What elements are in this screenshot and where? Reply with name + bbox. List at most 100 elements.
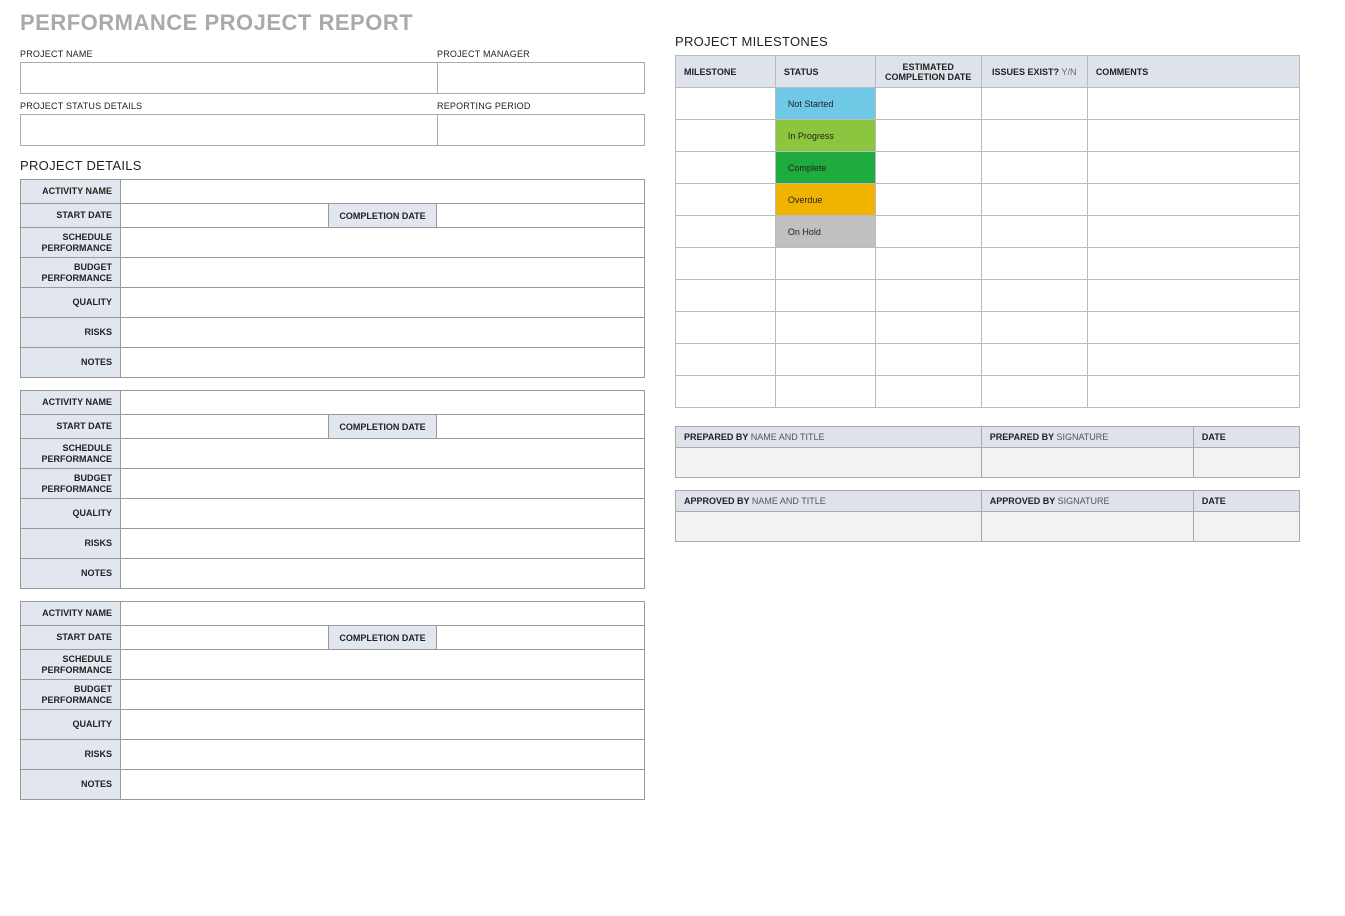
budget-performance-label: BUDGET PERFORMANCE <box>21 469 121 499</box>
issues-header: ISSUES EXIST? Y/N <box>981 56 1087 88</box>
quality-input[interactable] <box>121 288 645 318</box>
status-cell[interactable]: Overdue <box>775 184 875 216</box>
start-date-input[interactable] <box>121 204 329 228</box>
completion-date-input[interactable] <box>437 415 645 439</box>
status-cell[interactable] <box>775 312 875 344</box>
activity-name-input[interactable] <box>121 391 645 415</box>
quality-input[interactable] <box>121 499 645 529</box>
notes-input[interactable] <box>121 770 645 800</box>
milestone-cell[interactable] <box>676 152 776 184</box>
comments-cell[interactable] <box>1087 344 1299 376</box>
issues-cell[interactable] <box>981 120 1087 152</box>
milestone-cell[interactable] <box>676 376 776 408</box>
milestone-row <box>676 248 1300 280</box>
est-completion-cell[interactable] <box>875 88 981 120</box>
est-completion-cell[interactable] <box>875 120 981 152</box>
quality-label: QUALITY <box>21 499 121 529</box>
comments-cell[interactable] <box>1087 280 1299 312</box>
comments-cell[interactable] <box>1087 184 1299 216</box>
comments-cell[interactable] <box>1087 376 1299 408</box>
milestone-cell[interactable] <box>676 120 776 152</box>
completion-date-input[interactable] <box>437 204 645 228</box>
schedule-performance-label: SCHEDULE PERFORMANCE <box>21 650 121 680</box>
project-status-label: PROJECT STATUS DETAILS <box>20 98 437 114</box>
comments-cell[interactable] <box>1087 88 1299 120</box>
status-cell[interactable] <box>775 344 875 376</box>
approved-date-input[interactable] <box>1193 512 1299 542</box>
milestone-row <box>676 376 1300 408</box>
est-completion-cell[interactable] <box>875 152 981 184</box>
milestone-row <box>676 312 1300 344</box>
status-cell[interactable]: Not Started <box>775 88 875 120</box>
project-manager-input[interactable] <box>437 62 645 94</box>
est-completion-cell[interactable] <box>875 248 981 280</box>
budget-performance-input[interactable] <box>121 680 645 710</box>
milestone-cell[interactable] <box>676 280 776 312</box>
status-cell[interactable] <box>775 376 875 408</box>
issues-cell[interactable] <box>981 88 1087 120</box>
est-completion-cell[interactable] <box>875 376 981 408</box>
issues-cell[interactable] <box>981 280 1087 312</box>
milestone-cell[interactable] <box>676 248 776 280</box>
comments-cell[interactable] <box>1087 216 1299 248</box>
comments-header: COMMENTS <box>1087 56 1299 88</box>
budget-performance-input[interactable] <box>121 469 645 499</box>
activity-name-input[interactable] <box>121 602 645 626</box>
est-completion-cell[interactable] <box>875 344 981 376</box>
start-date-label: START DATE <box>21 626 121 650</box>
comments-cell[interactable] <box>1087 312 1299 344</box>
issues-cell[interactable] <box>981 376 1087 408</box>
prepared-sig-input[interactable] <box>981 448 1193 478</box>
notes-input[interactable] <box>121 348 645 378</box>
schedule-performance-input[interactable] <box>121 439 645 469</box>
risks-input[interactable] <box>121 318 645 348</box>
issues-cell[interactable] <box>981 152 1087 184</box>
schedule-performance-input[interactable] <box>121 650 645 680</box>
budget-performance-input[interactable] <box>121 258 645 288</box>
risks-label: RISKS <box>21 318 121 348</box>
comments-cell[interactable] <box>1087 248 1299 280</box>
completion-date-label: COMPLETION DATE <box>329 415 437 439</box>
notes-label: NOTES <box>21 348 121 378</box>
project-status-input[interactable] <box>20 114 437 146</box>
comments-cell[interactable] <box>1087 120 1299 152</box>
milestone-cell[interactable] <box>676 344 776 376</box>
project-name-label: PROJECT NAME <box>20 46 437 62</box>
issues-cell[interactable] <box>981 312 1087 344</box>
status-cell[interactable] <box>775 280 875 312</box>
prepared-date-input[interactable] <box>1193 448 1299 478</box>
reporting-period-label: REPORTING PERIOD <box>437 98 645 114</box>
risks-input[interactable] <box>121 740 645 770</box>
issues-cell[interactable] <box>981 216 1087 248</box>
milestone-cell[interactable] <box>676 312 776 344</box>
est-completion-cell[interactable] <box>875 312 981 344</box>
activity-name-input[interactable] <box>121 180 645 204</box>
status-cell[interactable]: In Progress <box>775 120 875 152</box>
issues-cell[interactable] <box>981 248 1087 280</box>
comments-cell[interactable] <box>1087 152 1299 184</box>
schedule-performance-input[interactable] <box>121 228 645 258</box>
completion-date-input[interactable] <box>437 626 645 650</box>
risks-input[interactable] <box>121 529 645 559</box>
approved-sig-input[interactable] <box>981 512 1193 542</box>
approved-name-input[interactable] <box>676 512 982 542</box>
status-cell[interactable] <box>775 248 875 280</box>
issues-cell[interactable] <box>981 184 1087 216</box>
prepared-name-input[interactable] <box>676 448 982 478</box>
est-completion-cell[interactable] <box>875 280 981 312</box>
start-date-input[interactable] <box>121 415 329 439</box>
issues-cell[interactable] <box>981 344 1087 376</box>
start-date-input[interactable] <box>121 626 329 650</box>
milestone-cell[interactable] <box>676 216 776 248</box>
reporting-period-input[interactable] <box>437 114 645 146</box>
milestone-cell[interactable] <box>676 88 776 120</box>
est-completion-cell[interactable] <box>875 216 981 248</box>
est-completion-cell[interactable] <box>875 184 981 216</box>
quality-input[interactable] <box>121 710 645 740</box>
status-cell[interactable]: Complete <box>775 152 875 184</box>
status-header: STATUS <box>775 56 875 88</box>
milestone-cell[interactable] <box>676 184 776 216</box>
status-cell[interactable]: On Hold <box>775 216 875 248</box>
notes-input[interactable] <box>121 559 645 589</box>
project-name-input[interactable] <box>20 62 437 94</box>
